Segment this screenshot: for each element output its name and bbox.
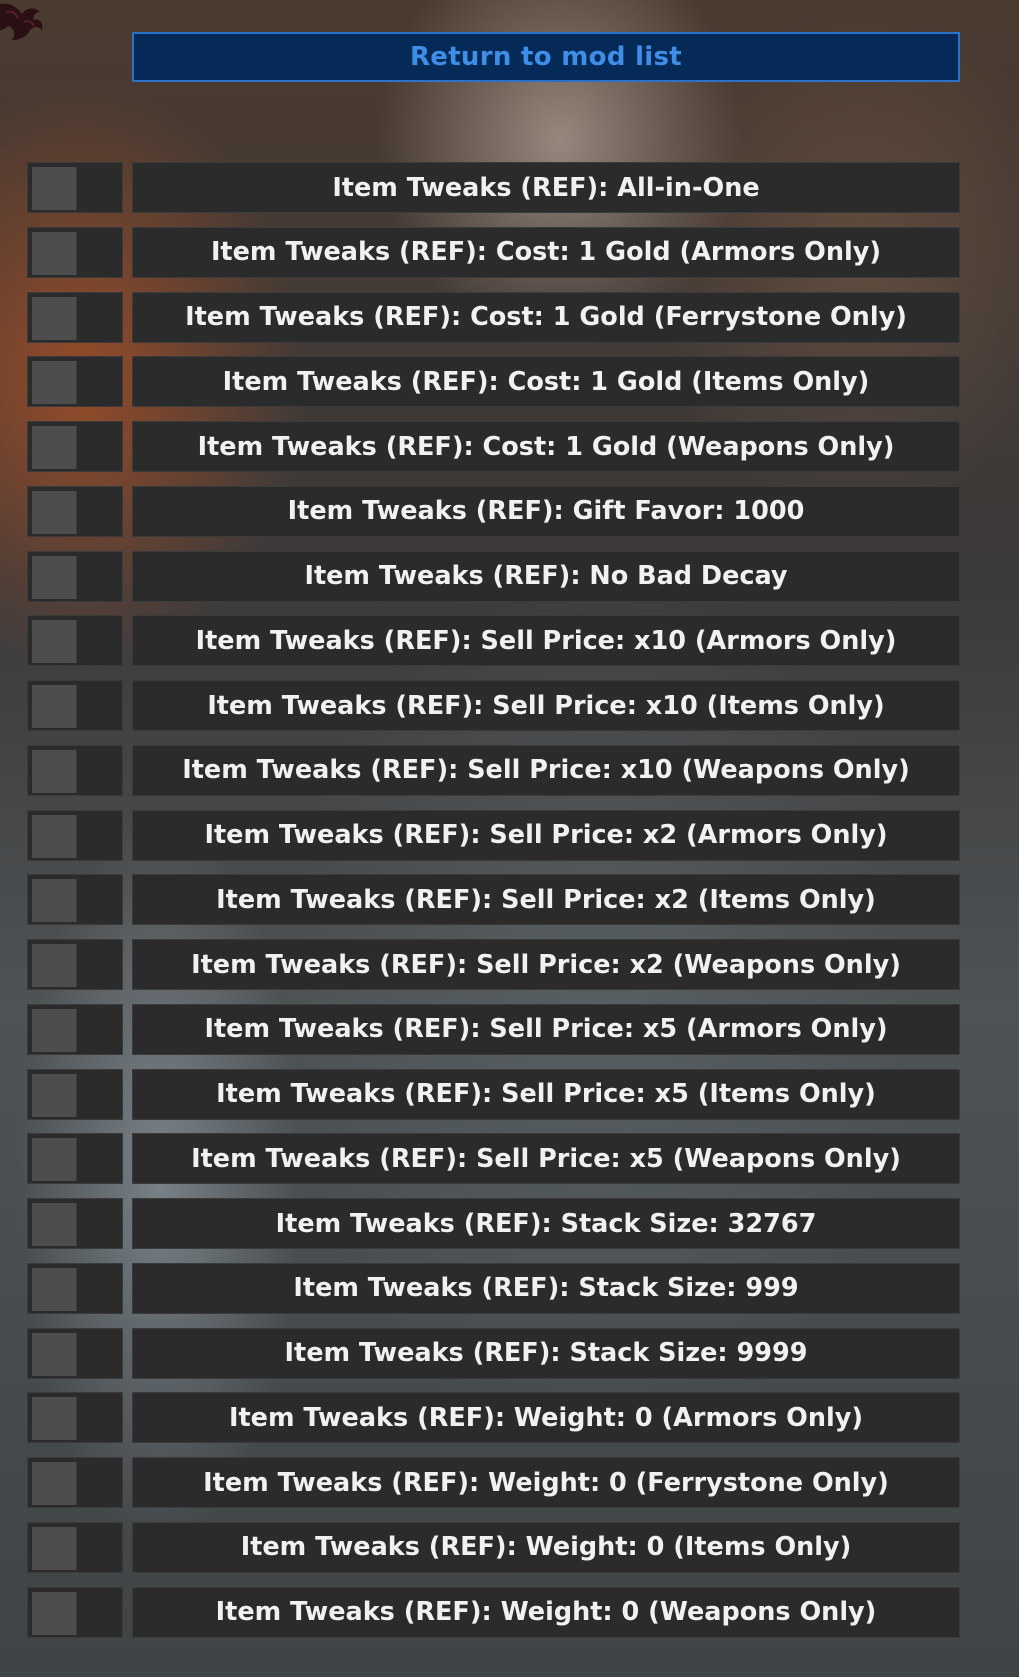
mod-name-button[interactable]: Item Tweaks (REF): Gift Favor: 1000 bbox=[132, 485, 960, 537]
mod-row: Item Tweaks (REF): Sell Price: x10 (Item… bbox=[27, 680, 960, 731]
mod-enable-toggle[interactable] bbox=[27, 1198, 123, 1249]
mod-row: Item Tweaks (REF): Stack Size: 9999 bbox=[27, 1327, 960, 1379]
mod-enable-toggle[interactable] bbox=[27, 1521, 123, 1573]
mod-name-button[interactable]: Item Tweaks (REF): Stack Size: 9999 bbox=[132, 1327, 960, 1379]
mod-row: Item Tweaks (REF): Weight: 0 (Armors Onl… bbox=[27, 1392, 960, 1444]
mod-row: Item Tweaks (REF): Sell Price: x10 (Armo… bbox=[27, 615, 960, 667]
mod-name-button[interactable]: Item Tweaks (REF): Cost: 1 Gold (Items O… bbox=[132, 356, 960, 408]
mod-enable-toggle[interactable] bbox=[27, 1392, 123, 1444]
mod-enable-toggle[interactable] bbox=[27, 1003, 123, 1055]
mod-enable-toggle[interactable] bbox=[27, 1457, 123, 1508]
toggle-indicator bbox=[32, 490, 77, 534]
mod-name-button[interactable]: Item Tweaks (REF): Sell Price: x10 (Weap… bbox=[132, 744, 960, 796]
mod-row: Item Tweaks (REF): Weight: 0 (Items Only… bbox=[27, 1521, 960, 1573]
mod-enable-toggle[interactable] bbox=[27, 226, 123, 278]
toggle-indicator bbox=[32, 1138, 77, 1182]
return-to-mod-list-button[interactable]: Return to mod list bbox=[132, 32, 960, 82]
toggle-indicator bbox=[32, 555, 77, 599]
mod-enable-toggle[interactable] bbox=[27, 874, 123, 926]
mod-name-button[interactable]: Item Tweaks (REF): Weight: 0 (Armors Onl… bbox=[132, 1392, 960, 1444]
mod-name-button[interactable]: Item Tweaks (REF): All-in-One bbox=[132, 162, 960, 213]
toggle-indicator bbox=[32, 685, 77, 728]
toggle-indicator bbox=[32, 361, 77, 405]
mod-name-button[interactable]: Item Tweaks (REF): Weight: 0 (Weapons On… bbox=[132, 1586, 960, 1638]
mod-enable-toggle[interactable] bbox=[27, 680, 123, 731]
mod-name-button[interactable]: Item Tweaks (REF): Weight: 0 (Ferrystone… bbox=[132, 1457, 960, 1508]
mod-name-button[interactable]: Item Tweaks (REF): No Bad Decay bbox=[132, 550, 960, 602]
mod-row: Item Tweaks (REF): No Bad Decay bbox=[27, 550, 960, 602]
toggle-indicator bbox=[32, 620, 77, 664]
toggle-indicator bbox=[32, 944, 77, 987]
mod-row: Item Tweaks (REF): All-in-One bbox=[27, 162, 960, 213]
mod-enable-toggle[interactable] bbox=[27, 1262, 123, 1314]
mod-name-button[interactable]: Item Tweaks (REF): Stack Size: 999 bbox=[132, 1262, 960, 1314]
mod-name-button[interactable]: Item Tweaks (REF): Weight: 0 (Items Only… bbox=[132, 1521, 960, 1573]
mod-row: Item Tweaks (REF): Sell Price: x5 (Items… bbox=[27, 1068, 960, 1120]
mod-enable-toggle[interactable] bbox=[27, 939, 123, 990]
dragon-emblem-icon bbox=[0, 3, 43, 40]
mod-row: Item Tweaks (REF): Sell Price: x5 (Weapo… bbox=[27, 1133, 960, 1185]
mod-name-button[interactable]: Item Tweaks (REF): Sell Price: x2 (Items… bbox=[132, 874, 960, 926]
mod-enable-toggle[interactable] bbox=[27, 356, 123, 408]
mod-row: Item Tweaks (REF): Sell Price: x2 (Items… bbox=[27, 874, 960, 926]
toggle-indicator bbox=[32, 1397, 77, 1441]
mod-enable-toggle[interactable] bbox=[27, 162, 123, 213]
mod-name-button[interactable]: Item Tweaks (REF): Sell Price: x5 (Weapo… bbox=[132, 1133, 960, 1185]
toggle-indicator bbox=[32, 296, 77, 340]
mod-enable-toggle[interactable] bbox=[27, 744, 123, 796]
mod-row: Item Tweaks (REF): Sell Price: x10 (Weap… bbox=[27, 744, 960, 796]
mod-row: Item Tweaks (REF): Sell Price: x2 (Weapo… bbox=[27, 939, 960, 990]
mod-enable-toggle[interactable] bbox=[27, 550, 123, 602]
toggle-indicator bbox=[32, 879, 77, 923]
mod-enable-toggle[interactable] bbox=[27, 421, 123, 472]
toggle-indicator bbox=[32, 1203, 77, 1246]
mod-name-button[interactable]: Item Tweaks (REF): Cost: 1 Gold (Ferryst… bbox=[132, 291, 960, 343]
toggle-indicator bbox=[32, 1332, 77, 1376]
mod-name-button[interactable]: Item Tweaks (REF): Sell Price: x5 (Armor… bbox=[132, 1003, 960, 1055]
mod-enable-toggle[interactable] bbox=[27, 1327, 123, 1379]
mod-row: Item Tweaks (REF): Cost: 1 Gold (Weapons… bbox=[27, 421, 960, 472]
mod-enable-toggle[interactable] bbox=[27, 1068, 123, 1120]
mod-row: Item Tweaks (REF): Weight: 0 (Ferrystone… bbox=[27, 1457, 960, 1508]
mod-row: Item Tweaks (REF): Weight: 0 (Weapons On… bbox=[27, 1586, 960, 1638]
mod-row: Item Tweaks (REF): Sell Price: x5 (Armor… bbox=[27, 1003, 960, 1055]
mod-row: Item Tweaks (REF): Gift Favor: 1000 bbox=[27, 485, 960, 537]
mod-row: Item Tweaks (REF): Cost: 1 Gold (Items O… bbox=[27, 356, 960, 408]
mod-name-button[interactable]: Item Tweaks (REF): Sell Price: x5 (Items… bbox=[132, 1068, 960, 1120]
mod-list: Item Tweaks (REF): All-in-One Item Tweaks… bbox=[27, 162, 960, 1651]
toggle-indicator bbox=[32, 1591, 77, 1635]
toggle-indicator bbox=[32, 167, 77, 210]
mod-enable-toggle[interactable] bbox=[27, 615, 123, 667]
mod-row: Item Tweaks (REF): Cost: 1 Gold (Armors … bbox=[27, 226, 960, 278]
mod-name-button[interactable]: Item Tweaks (REF): Sell Price: x2 (Weapo… bbox=[132, 939, 960, 990]
mod-enable-toggle[interactable] bbox=[27, 1133, 123, 1185]
toggle-indicator bbox=[32, 1267, 77, 1311]
mod-name-button[interactable]: Item Tweaks (REF): Sell Price: x2 (Armor… bbox=[132, 809, 960, 861]
toggle-indicator bbox=[32, 1526, 77, 1570]
toggle-indicator bbox=[32, 1008, 77, 1052]
mod-name-button[interactable]: Item Tweaks (REF): Cost: 1 Gold (Weapons… bbox=[132, 421, 960, 472]
mod-name-button[interactable]: Item Tweaks (REF): Cost: 1 Gold (Armors … bbox=[132, 226, 960, 278]
toggle-indicator bbox=[32, 1073, 77, 1117]
mod-name-button[interactable]: Item Tweaks (REF): Sell Price: x10 (Item… bbox=[132, 680, 960, 731]
mod-enable-toggle[interactable] bbox=[27, 291, 123, 343]
toggle-indicator bbox=[32, 426, 77, 469]
mod-row: Item Tweaks (REF): Stack Size: 999 bbox=[27, 1262, 960, 1314]
mod-enable-toggle[interactable] bbox=[27, 1586, 123, 1638]
mod-enable-toggle[interactable] bbox=[27, 809, 123, 861]
mod-enable-toggle[interactable] bbox=[27, 485, 123, 537]
mod-row: Item Tweaks (REF): Cost: 1 Gold (Ferryst… bbox=[27, 291, 960, 343]
mod-row: Item Tweaks (REF): Sell Price: x2 (Armor… bbox=[27, 809, 960, 861]
toggle-indicator bbox=[32, 749, 77, 793]
toggle-indicator bbox=[32, 814, 77, 858]
mod-name-button[interactable]: Item Tweaks (REF): Sell Price: x10 (Armo… bbox=[132, 615, 960, 667]
mod-row: Item Tweaks (REF): Stack Size: 32767 bbox=[27, 1198, 960, 1249]
toggle-indicator bbox=[32, 231, 77, 275]
mod-name-button[interactable]: Item Tweaks (REF): Stack Size: 32767 bbox=[132, 1198, 960, 1249]
toggle-indicator bbox=[32, 1462, 77, 1505]
